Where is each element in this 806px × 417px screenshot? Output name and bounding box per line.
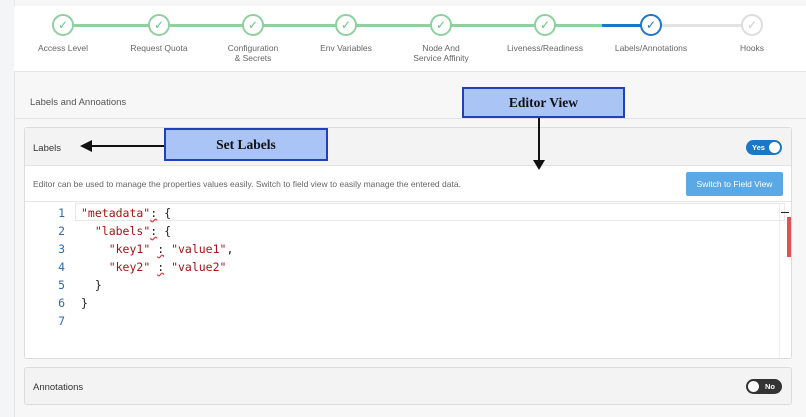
labels-card-header: Labels Yes bbox=[25, 128, 791, 166]
step-label: Env Variables bbox=[320, 43, 372, 53]
check-icon: ✓ bbox=[534, 14, 556, 36]
code-line: "metadata": { bbox=[81, 206, 172, 220]
labels-toggle[interactable]: Yes bbox=[746, 140, 782, 155]
current-line-highlight bbox=[75, 203, 785, 221]
toggle-label: No bbox=[765, 382, 775, 391]
step-access-level[interactable]: ✓ Access Level bbox=[13, 14, 113, 53]
editor-view-arrow-line bbox=[538, 118, 540, 163]
json-editor[interactable]: 1 2 3 4 5 6 7 "metadata": { "labels": { … bbox=[25, 203, 791, 358]
error-marker bbox=[787, 217, 791, 257]
arrow-down-icon bbox=[533, 160, 545, 170]
set-labels-arrow-line bbox=[90, 145, 164, 147]
editor-info-text: Editor can be used to manage the propert… bbox=[33, 179, 461, 189]
check-icon: ✓ bbox=[148, 14, 170, 36]
switch-to-field-view-button[interactable]: Switch to Field View bbox=[686, 172, 783, 196]
step-label: Node And Service Affinity bbox=[413, 43, 469, 63]
step-hooks[interactable]: ✓ Hooks bbox=[702, 14, 802, 53]
code-line: } bbox=[81, 278, 102, 292]
toggle-knob bbox=[769, 142, 780, 153]
step-request-quota[interactable]: ✓ Request Quota bbox=[109, 14, 209, 53]
check-icon: ✓ bbox=[430, 14, 452, 36]
step-configuration-secrets[interactable]: ✓ Configuration & Secrets bbox=[203, 14, 303, 63]
section-title: Labels and Annoations bbox=[30, 97, 127, 108]
ruler-tick bbox=[781, 212, 789, 213]
step-label: Request Quota bbox=[130, 43, 188, 53]
line-number: 4 bbox=[58, 260, 65, 274]
annotations-title: Annotations bbox=[33, 382, 84, 393]
line-number: 6 bbox=[58, 296, 65, 310]
divider bbox=[14, 118, 806, 119]
check-icon: ✓ bbox=[335, 14, 357, 36]
step-label: Labels/Annotations bbox=[614, 43, 688, 53]
step-node-service-affinity[interactable]: ✓ Node And Service Affinity bbox=[391, 14, 491, 63]
wizard-stepper: ✓ Access Level ✓ Request Quota ✓ Configu… bbox=[14, 6, 806, 72]
line-number: 5 bbox=[58, 278, 65, 292]
code-line: "key1" : "value1", bbox=[108, 242, 234, 256]
labels-title: Labels bbox=[33, 143, 61, 154]
step-label: Hooks bbox=[739, 43, 765, 53]
step-label: Liveness/Readiness bbox=[506, 43, 584, 53]
line-number: 2 bbox=[58, 224, 65, 238]
toggle-knob bbox=[748, 381, 759, 392]
step-label: Access Level bbox=[37, 43, 89, 53]
code-line: "key2" : "value2" bbox=[108, 260, 227, 274]
toggle-label: Yes bbox=[752, 143, 765, 152]
check-icon: ✓ bbox=[640, 14, 662, 36]
check-icon: ✓ bbox=[741, 14, 763, 36]
step-label: Configuration & Secrets bbox=[227, 43, 279, 63]
editor-info-row: Editor can be used to manage the propert… bbox=[25, 166, 791, 202]
check-icon: ✓ bbox=[242, 14, 264, 36]
code-line: "labels": { bbox=[94, 224, 172, 238]
line-number: 3 bbox=[58, 242, 65, 256]
annotations-card: Annotations No bbox=[24, 367, 792, 405]
code-line: } bbox=[81, 296, 88, 310]
check-icon: ✓ bbox=[52, 14, 74, 36]
step-liveness-readiness[interactable]: ✓ Liveness/Readiness bbox=[495, 14, 595, 53]
editor-view-callout: Editor View bbox=[462, 87, 625, 118]
arrow-left-icon bbox=[80, 140, 92, 152]
step-env-variables[interactable]: ✓ Env Variables bbox=[296, 14, 396, 53]
line-number: 1 bbox=[58, 206, 65, 220]
labels-card: Labels Yes Editor can be used to manage … bbox=[24, 127, 792, 359]
set-labels-callout: Set Labels bbox=[164, 128, 328, 161]
step-labels-annotations[interactable]: ✓ Labels/Annotations bbox=[601, 14, 701, 53]
annotations-toggle[interactable]: No bbox=[746, 379, 782, 394]
line-number: 7 bbox=[58, 314, 65, 328]
